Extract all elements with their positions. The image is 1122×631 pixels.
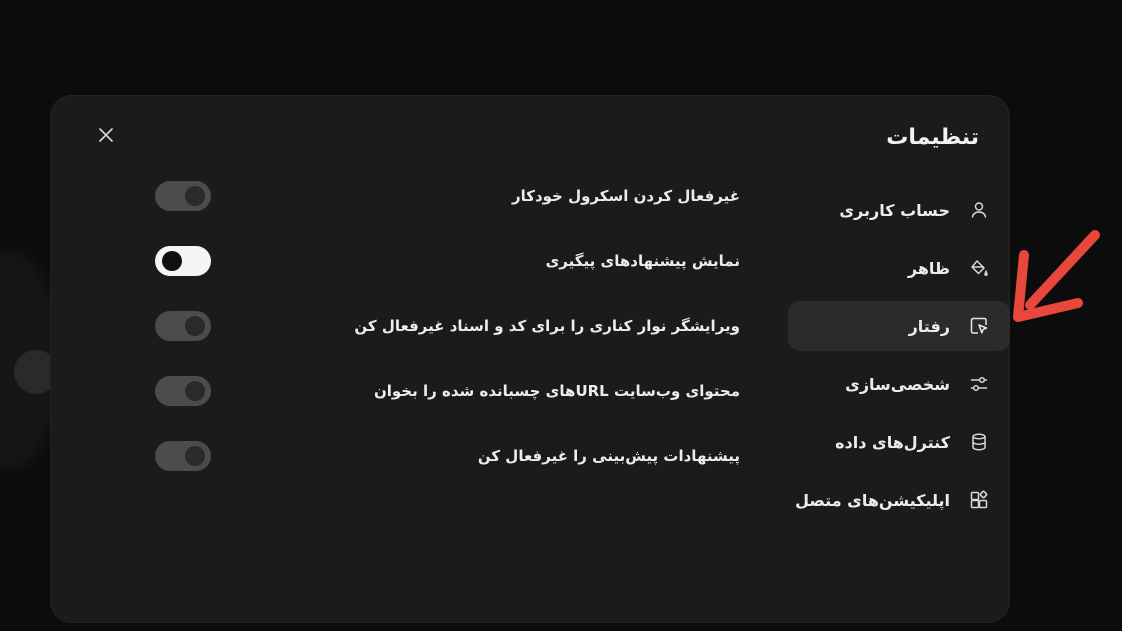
setting-row-read-pasted-urls: محتوای وب‌سایت URLهای چسبانده شده را بخو… [155,370,740,435]
close-button[interactable] [94,123,118,147]
setting-label: نمایش پیشنهادهای پیگیری [545,252,740,270]
sidebar-item-label: اپلیکیشن‌های متصل [795,490,950,510]
setting-label: غیرفعال کردن اسکرول خودکار [511,187,740,205]
settings-sidebar: حساب کاربری ظاهر رفتار [788,185,1010,533]
toggle-disable-autoscroll[interactable] [155,181,211,211]
paint-bucket-icon [968,257,990,279]
sidebar-item-label: رفتار [908,316,950,336]
sidebar-item-behavior[interactable]: رفتار [788,301,1010,351]
toggle-knob [185,381,205,401]
behavior-settings-list: غیرفعال کردن اسکرول خودکار نمایش پیشنهاد… [155,175,740,500]
database-icon [968,431,990,453]
arrow-icon [1025,230,1100,310]
toggle-knob [185,446,205,466]
setting-label: ویرایشگر نوار کناری را برای کد و اسناد غ… [354,317,740,335]
setting-label: پیشنهادات پیش‌بینی را غیرفعال کن [477,447,740,465]
setting-row-predictive-suggestions: پیشنهادات پیش‌بینی را غیرفعال کن [155,435,740,500]
sidebar-item-personalization[interactable]: شخصی‌سازی [788,359,1010,409]
setting-label: محتوای وب‌سایت URLهای چسبانده شده را بخو… [373,382,740,400]
setting-row-sidebar-editor: ویرایشگر نوار کناری را برای کد و اسناد غ… [155,305,740,370]
toggle-knob [162,251,182,271]
settings-modal: تنظیمات حساب کاربری ظاهر [50,95,1010,623]
setting-row-disable-autoscroll: غیرفعال کردن اسکرول خودکار [155,175,740,240]
setting-row-followup-suggestions: نمایش پیشنهادهای پیگیری [155,240,740,305]
toggle-knob [185,316,205,336]
apps-grid-icon [968,489,990,511]
user-icon [968,199,990,221]
toggle-knob [185,186,205,206]
sidebar-item-label: شخصی‌سازی [845,374,950,394]
sidebar-item-account[interactable]: حساب کاربری [788,185,1010,235]
cursor-click-icon [968,315,990,337]
sidebar-item-label: ظاهر [907,258,950,278]
sidebar-item-label: حساب کاربری [839,200,950,220]
sidebar-item-connected-apps[interactable]: اپلیکیشن‌های متصل [788,475,1010,525]
toggle-read-pasted-urls[interactable] [155,376,211,406]
close-icon [99,128,113,142]
sidebar-item-label: کنترل‌های داده [835,432,950,452]
sliders-icon [968,373,990,395]
red-arrow-annotation [1013,230,1100,322]
modal-title: تنظیمات [886,125,979,150]
toggle-followup-suggestions[interactable] [155,246,211,276]
sidebar-item-data-controls[interactable]: کنترل‌های داده [788,417,1010,467]
toggle-sidebar-editor[interactable] [155,311,211,341]
toggle-predictive-suggestions[interactable] [155,441,211,471]
sidebar-item-appearance[interactable]: ظاهر [788,243,1010,293]
